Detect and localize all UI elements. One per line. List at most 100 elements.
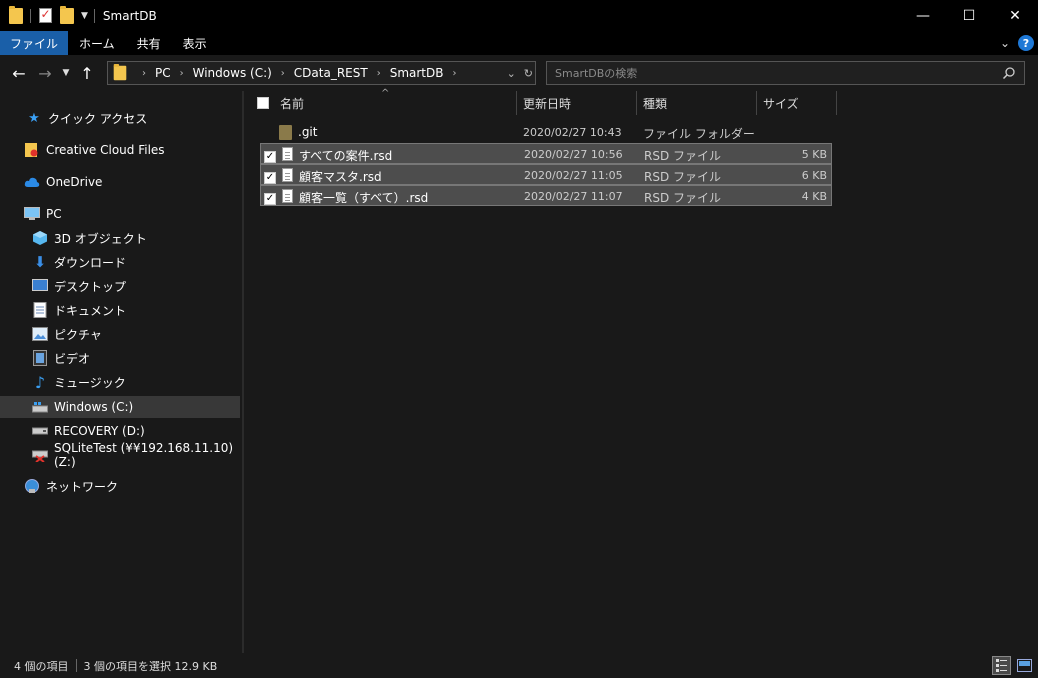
view-toggle <box>992 656 1034 675</box>
sidebar-item-pc[interactable]: PC <box>0 203 240 225</box>
sidebar-item-onedrive[interactable]: OneDrive <box>0 171 240 193</box>
address-bar-controls: ⌄ ↻ <box>507 62 533 84</box>
sidebar-item-label: RECOVERY (D:) <box>54 424 145 438</box>
search-icon[interactable] <box>1002 66 1016 80</box>
help-icon[interactable]: ? <box>1018 35 1034 51</box>
navigation-pane: ★ クイック アクセス Creative Cloud Files OneDriv… <box>0 91 242 653</box>
file-name: .git <box>298 125 318 139</box>
sidebar-item-music[interactable]: ♪ ミュージック <box>0 371 240 393</box>
column-header-name[interactable]: 名前 <box>274 91 514 115</box>
up-arrow-icon[interactable]: ↑ <box>74 60 100 86</box>
file-icon <box>280 167 294 183</box>
windows-drive-icon <box>32 399 48 415</box>
recent-locations-dropdown-icon[interactable]: ▼ <box>58 60 74 86</box>
sidebar-item-label: クイック アクセス <box>48 111 148 126</box>
breadcrumb: › PC › Windows (C:) › CData_REST › Smart… <box>133 66 465 80</box>
item-count: 4 個の項目 <box>14 659 69 673</box>
file-row-kokyaku-ichiran[interactable]: ✓ 顧客一覧（すべて）.rsd 2020/02/27 11:07 RSD ファイ… <box>260 185 832 206</box>
sidebar-item-label: Windows (C:) <box>54 400 134 414</box>
sidebar-item-recovery-d[interactable]: RECOVERY (D:) <box>0 420 240 442</box>
address-history-chevron-icon[interactable]: ⌄ <box>507 67 516 80</box>
download-arrow-icon: ⬇ <box>33 253 47 271</box>
breadcrumb-item-smartdb[interactable]: SmartDB <box>390 66 444 80</box>
sidebar-item-label: 3D オブジェクト <box>54 231 147 246</box>
refresh-icon[interactable]: ↻ <box>524 67 533 80</box>
details-view-icon[interactable] <box>992 656 1011 675</box>
toolbar-separator <box>30 8 31 23</box>
search-input[interactable] <box>555 66 985 80</box>
file-name: すべての案件.rsd <box>299 149 393 163</box>
expand-ribbon-chevron-icon[interactable]: ⌄ <box>1000 36 1010 50</box>
close-button[interactable]: ✕ <box>992 0 1038 31</box>
breadcrumb-item-cdata-rest[interactable]: CData_REST <box>294 66 368 80</box>
row-checkbox[interactable]: ✓ <box>264 148 276 163</box>
file-size: 6 KB <box>801 169 827 182</box>
large-icons-view-icon[interactable] <box>1015 656 1034 675</box>
back-arrow-icon[interactable]: ← <box>6 60 32 86</box>
breadcrumb-separator-icon[interactable]: › <box>180 68 184 79</box>
sidebar-item-documents[interactable]: ドキュメント <box>0 299 240 321</box>
navigation-bar: ← → ▼ ↑ › PC › Windows (C:) › CData_REST… <box>0 55 1038 91</box>
column-header-date[interactable]: 更新日時 <box>517 91 635 115</box>
tab-view[interactable]: 表示 <box>172 31 218 55</box>
column-header-size[interactable]: サイズ <box>757 91 835 115</box>
forward-arrow-icon[interactable]: → <box>32 60 58 86</box>
sidebar-item-windows-c[interactable]: Windows (C:) <box>0 396 240 418</box>
breadcrumb-separator-icon[interactable]: › <box>142 68 146 79</box>
customize-toolbar-dropdown-icon[interactable]: ▼ <box>81 11 88 21</box>
breadcrumb-item-pc[interactable]: PC <box>155 66 171 80</box>
properties-icon[interactable] <box>37 7 53 24</box>
breadcrumb-separator-icon[interactable]: › <box>452 68 456 79</box>
status-bar: 4 個の項目 3 個の項目を選択 12.9 KB <box>0 653 1038 678</box>
window-controls: — ☐ ✕ <box>900 0 1038 31</box>
computer-icon <box>24 206 40 222</box>
column-separator[interactable] <box>836 91 837 115</box>
file-type: RSD ファイル <box>644 149 722 163</box>
tab-file[interactable]: ファイル <box>0 31 69 55</box>
star-icon: ★ <box>28 110 40 126</box>
new-folder-icon[interactable] <box>59 5 75 24</box>
file-size: 5 KB <box>801 148 827 161</box>
window-title: SmartDB <box>102 8 157 23</box>
tab-home[interactable]: ホーム <box>68 31 126 55</box>
file-row-kokyaku-masuta[interactable]: ✓ 顧客マスタ.rsd 2020/02/27 11:05 RSD ファイル 6 … <box>260 164 832 185</box>
breadcrumb-item-windows-c[interactable]: Windows (C:) <box>193 66 272 80</box>
sidebar-item-label: ピクチャ <box>54 327 102 342</box>
file-type: RSD ファイル <box>644 191 722 205</box>
file-icon <box>280 188 294 204</box>
minimize-button[interactable]: — <box>900 0 946 31</box>
file-row-git[interactable]: .git 2020/02/27 10:43 ファイル フォルダー <box>260 122 832 143</box>
sidebar-item-downloads[interactable]: ⬇ ダウンロード <box>0 251 240 273</box>
sidebar-item-quick-access[interactable]: ★ クイック アクセス <box>0 107 240 129</box>
ribbon-right-controls: ⌄ ? <box>1000 31 1034 55</box>
search-box[interactable] <box>546 61 1025 85</box>
sidebar-item-videos[interactable]: ビデオ <box>0 347 240 369</box>
row-checkbox[interactable]: ✓ <box>264 190 276 205</box>
sidebar-item-label: PC <box>46 207 62 221</box>
maximize-button[interactable]: ☐ <box>946 0 992 31</box>
tab-share[interactable]: 共有 <box>126 31 172 55</box>
breadcrumb-separator-icon[interactable]: › <box>377 68 381 79</box>
sidebar-item-pictures[interactable]: ピクチャ <box>0 323 240 345</box>
sidebar-item-label: Creative Cloud Files <box>46 143 165 157</box>
sidebar-item-3d-objects[interactable]: 3D オブジェクト <box>0 227 240 249</box>
address-bar[interactable]: › PC › Windows (C:) › CData_REST › Smart… <box>107 61 536 85</box>
column-header-row: ^ 名前 更新日時 種類 サイズ <box>244 88 1038 115</box>
sidebar-item-desktop[interactable]: デスクトップ <box>0 275 240 297</box>
file-icon <box>280 146 294 162</box>
row-checkbox[interactable]: ✓ <box>264 169 276 184</box>
ribbon-tabs: ファイル ホーム 共有 表示 ⌄ ? <box>0 31 1038 55</box>
sidebar-item-label: ダウンロード <box>54 255 127 270</box>
sidebar-item-sqlitetest-z[interactable]: SQLiteTest (¥¥192.168.11.10) (Z:) <box>0 441 240 469</box>
select-all-checkbox[interactable] <box>257 97 269 112</box>
file-name: 顧客マスタ.rsd <box>299 170 382 184</box>
sidebar-item-label: ネットワーク <box>46 479 119 494</box>
sidebar-item-creative-cloud[interactable]: Creative Cloud Files <box>0 139 240 161</box>
sidebar-item-label: デスクトップ <box>54 279 127 294</box>
sidebar-item-label: SQLiteTest (¥¥192.168.11.10) (Z:) <box>54 441 234 469</box>
sidebar-item-network[interactable]: ネットワーク <box>0 475 240 497</box>
file-date: 2020/02/27 11:05 <box>524 169 623 182</box>
file-row-subete-no-anken[interactable]: ✓ すべての案件.rsd 2020/02/27 10:56 RSD ファイル 5… <box>260 143 832 164</box>
column-header-type[interactable]: 種類 <box>637 91 755 115</box>
breadcrumb-separator-icon[interactable]: › <box>281 68 285 79</box>
